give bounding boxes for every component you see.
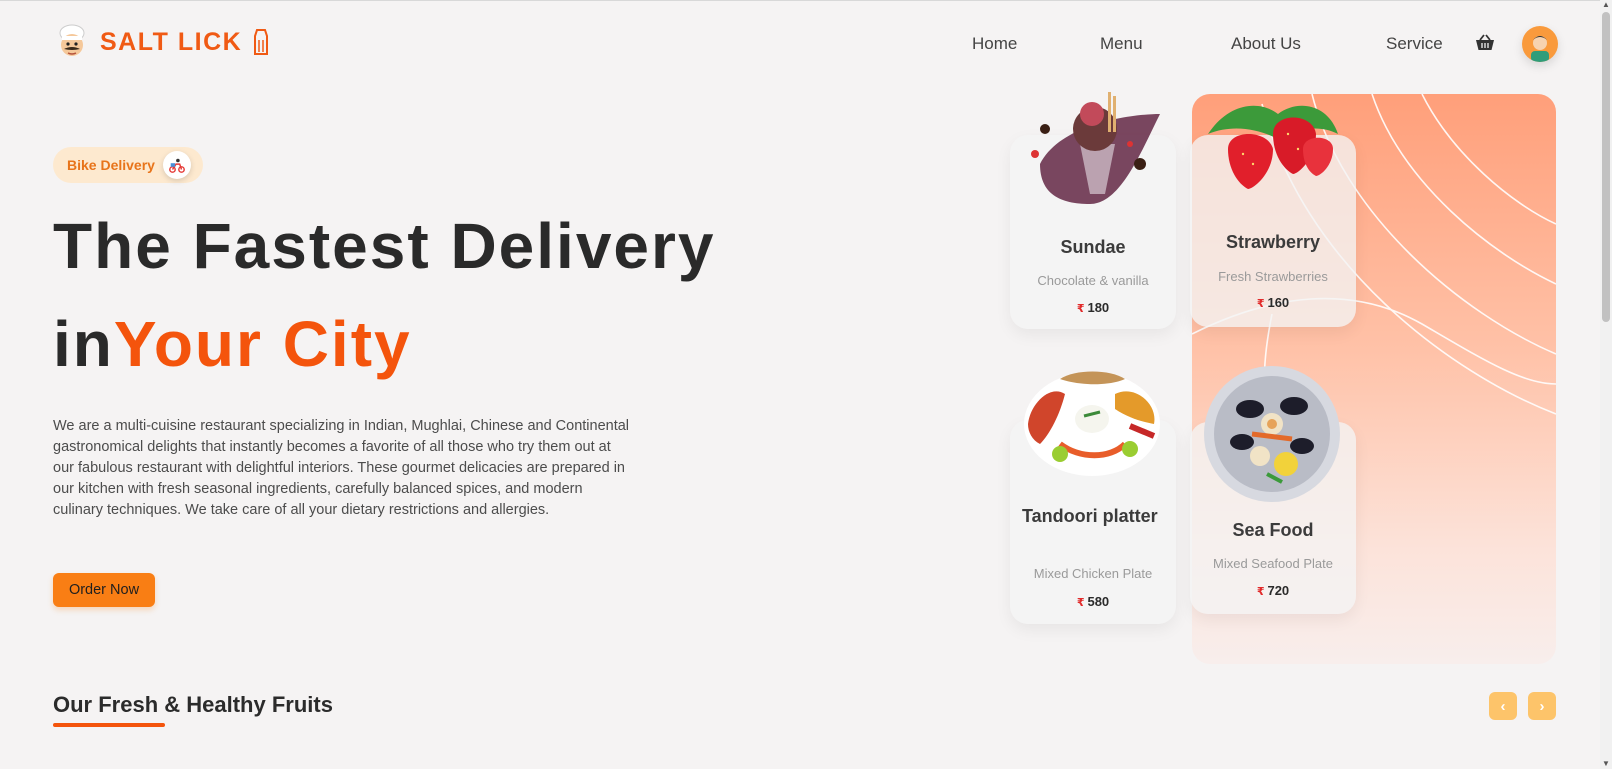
card-price: ₹580	[1076, 594, 1110, 609]
seafood-image	[1204, 366, 1340, 502]
hero-description: We are a multi-cuisine restaurant specia…	[53, 418, 630, 518]
card-title: Tandoori platter	[1022, 506, 1158, 526]
avatar[interactable]	[1522, 26, 1558, 62]
chevron-left-icon[interactable]: ‹	[1489, 692, 1517, 720]
scroll-up-icon[interactable]: ▲	[1602, 1, 1610, 9]
card-desc: Fresh Strawberries	[1218, 269, 1328, 284]
nav-menu[interactable]: Menu	[1100, 34, 1143, 54]
card-price: ₹160	[1256, 295, 1290, 310]
section-title: Our Fresh & Healthy Fruits	[53, 692, 333, 717]
brand-name: SALT LICK	[100, 27, 243, 56]
card-price: ₹720	[1256, 583, 1290, 598]
order-now-button[interactable]: Order Now	[53, 573, 155, 607]
scrollbar-thumb[interactable]	[1602, 12, 1610, 322]
sundae-image	[1031, 92, 1160, 204]
card-desc: Chocolate & vanilla	[1037, 273, 1149, 288]
nav-service[interactable]: Service	[1386, 34, 1443, 54]
scooter-icon	[163, 151, 191, 179]
brand-logo[interactable]: SALT LICK	[54, 24, 270, 60]
section-underline	[53, 723, 165, 727]
scroll-down-icon[interactable]: ▼	[1602, 760, 1610, 768]
badge-label: Bike Delivery	[67, 157, 155, 173]
nav-home[interactable]: Home	[972, 34, 1017, 54]
bike-delivery-badge: Bike Delivery	[53, 147, 203, 183]
card-desc: Mixed Seafood Plate	[1213, 556, 1333, 571]
hero-title-accent: Your City	[113, 308, 412, 380]
salt-shaker-icon	[254, 29, 269, 55]
nav-about[interactable]: About Us	[1231, 34, 1301, 54]
card-title: Sea Food	[1232, 520, 1314, 540]
hero-title-line1: The Fastest Delivery	[53, 210, 716, 282]
card-title: Strawberry	[1225, 232, 1321, 252]
card-title: Sundae	[1060, 237, 1126, 257]
hero-title-line2: inYour City	[53, 312, 412, 376]
top-border	[0, 0, 1612, 1]
basket-icon[interactable]	[1474, 32, 1496, 54]
card-price: ₹180	[1076, 300, 1110, 315]
user-avatar-icon	[1531, 36, 1549, 62]
card-desc: Mixed Chicken Plate	[1033, 566, 1153, 581]
strawberry-image	[1208, 105, 1338, 189]
chef-logo-icon	[59, 24, 85, 56]
hero-title-prefix: in	[53, 308, 114, 380]
chevron-right-icon[interactable]: ›	[1528, 692, 1556, 720]
tandoori-platter-image	[1024, 371, 1160, 476]
page-scrollbar[interactable]: ▲ ▼	[1600, 0, 1612, 769]
